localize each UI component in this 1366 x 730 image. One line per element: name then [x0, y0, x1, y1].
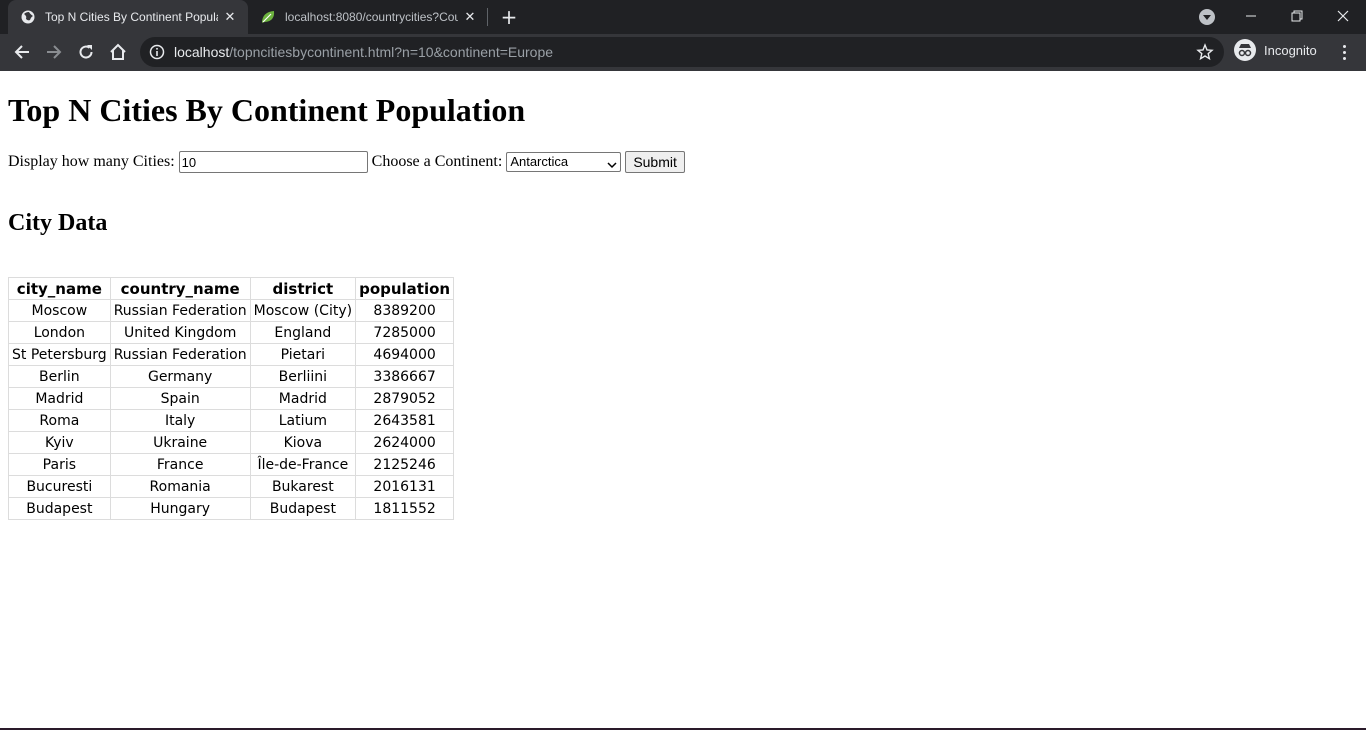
- table-cell-district: Île-de-France: [249, 453, 357, 476]
- new-tab-icon[interactable]: +: [498, 6, 520, 28]
- table-row: Kyiv Ukraine Kiova 2624000: [8, 431, 455, 454]
- table-cell-district: Bukarest: [249, 475, 357, 498]
- continent-selected-value: Antarctica: [510, 154, 569, 169]
- column-header: population: [355, 277, 455, 300]
- tab-inactive[interactable]: localhost:8080/countrycities?Cou ✕: [248, 0, 486, 34]
- table-row: Roma Italy Latium 2643581: [8, 409, 455, 432]
- table-header-row: city_name country_name district populati…: [8, 277, 455, 300]
- table-cell-population: 2125246: [355, 453, 455, 476]
- tab-title: localhost:8080/countrycities?Cou: [285, 10, 458, 24]
- table-cell-district: Moscow (City): [249, 299, 357, 322]
- table-cell-country-name: Spain: [109, 387, 251, 410]
- table-cell-city-name: Bucuresti: [8, 475, 111, 498]
- table-cell-city-name: Roma: [8, 409, 111, 432]
- spring-leaf-icon: [260, 9, 276, 25]
- incognito-profile[interactable]: Incognito: [1234, 39, 1317, 61]
- city-data-table: city_name country_name district populati…: [8, 277, 455, 520]
- table-row: Paris France Île-de-France 2125246: [8, 453, 455, 476]
- url-path: /topncitiesbycontinent.html?n=10&contine…: [229, 44, 554, 60]
- forward-arrow-icon[interactable]: [40, 38, 68, 66]
- table-row: Bucuresti Romania Bukarest 2016131: [8, 475, 455, 498]
- table-row: Madrid Spain Madrid 2879052: [8, 387, 455, 410]
- column-header: city_name: [8, 277, 111, 300]
- tab-active[interactable]: Top N Cities By Continent Popula ✕: [8, 0, 248, 34]
- table-cell-country-name: Hungary: [109, 497, 251, 520]
- page-title: Top N Cities By Continent Population: [8, 92, 526, 128]
- site-info-icon[interactable]: [149, 44, 165, 60]
- table-cell-district: Pietari: [249, 343, 357, 366]
- table-cell-city-name: Kyiv: [8, 431, 111, 454]
- count-label: Display how many Cities:: [8, 153, 175, 170]
- table-cell-city-name: Berlin: [8, 365, 111, 388]
- reload-icon[interactable]: [72, 38, 100, 66]
- more-menu-icon[interactable]: [1334, 40, 1354, 64]
- tab-search-icon[interactable]: [1199, 9, 1215, 25]
- table-row: Budapest Hungary Budapest 1811552: [8, 497, 455, 520]
- table-cell-city-name: Madrid: [8, 387, 111, 410]
- home-icon[interactable]: [104, 38, 132, 66]
- table-cell-city-name: Paris: [8, 453, 111, 476]
- count-input[interactable]: [178, 151, 368, 173]
- query-form: Display how many Cities: Choose a Contin…: [8, 151, 685, 173]
- close-icon[interactable]: ✕: [462, 9, 478, 25]
- tab-strip: Top N Cities By Continent Popula ✕ local…: [0, 0, 1366, 34]
- page-content: Top N Cities By Continent Population Dis…: [0, 71, 1366, 728]
- table-row: St Petersburg Russian Federation Pietari 46…: [8, 343, 455, 366]
- table-cell-district: England: [249, 321, 357, 344]
- continent-label: Choose a Continent:: [371, 153, 503, 170]
- table-cell-city-name: Moscow: [8, 299, 111, 322]
- table-cell-population: 3386667: [355, 365, 455, 388]
- column-header: district: [249, 277, 357, 300]
- table-cell-population: 4694000: [355, 343, 455, 366]
- bookmark-star-icon[interactable]: [1196, 43, 1214, 61]
- globe-icon: [20, 9, 36, 25]
- table-cell-country-name: United Kingdom: [109, 321, 251, 344]
- table-cell-district: Latium: [249, 409, 357, 432]
- url-text[interactable]: localhost/topncitiesbycontinent.html?n=1…: [174, 44, 553, 60]
- table-cell-country-name: France: [109, 453, 251, 476]
- table-cell-population: 2016131: [355, 475, 455, 498]
- profile-label: Incognito: [1264, 42, 1317, 58]
- table-cell-city-name: St Petersburg: [8, 343, 111, 366]
- back-arrow-icon[interactable]: [8, 38, 36, 66]
- table-cell-district: Budapest: [249, 497, 357, 520]
- incognito-icon: [1234, 39, 1256, 61]
- submit-button[interactable]: Submit: [625, 151, 685, 173]
- table-cell-population: 2643581: [355, 409, 455, 432]
- tab-separator: [487, 8, 488, 26]
- table-cell-country-name: Russian Federation: [109, 343, 251, 366]
- table-cell-district: Kiova: [249, 431, 357, 454]
- table-cell-district: Berliini: [249, 365, 357, 388]
- table-cell-country-name: Italy: [109, 409, 251, 432]
- minimize-icon[interactable]: [1228, 0, 1274, 32]
- table-cell-country-name: Romania: [109, 475, 251, 498]
- continent-select[interactable]: Antarctica: [506, 152, 622, 172]
- window-close-icon[interactable]: [1320, 0, 1366, 32]
- close-icon[interactable]: ✕: [222, 9, 238, 25]
- table-cell-population: 7285000: [355, 321, 455, 344]
- chevron-down-icon: [607, 157, 617, 169]
- table-cell-population: 1811552: [355, 497, 455, 520]
- table-cell-district: Madrid: [249, 387, 357, 410]
- url-host: localhost: [174, 44, 230, 60]
- section-title: City Data: [8, 210, 108, 236]
- table-row: Moscow Russian Federation Moscow (City) 838…: [8, 299, 455, 322]
- browser-toolbar: localhost/topncitiesbycontinent.html?n=1…: [0, 34, 1366, 71]
- table-cell-country-name: Russian Federation: [109, 299, 251, 322]
- table-cell-country-name: Germany: [109, 365, 251, 388]
- table-cell-city-name: Budapest: [8, 497, 111, 520]
- table-cell-population: 2624000: [355, 431, 455, 454]
- table-row: London United Kingdom England 7285000: [8, 321, 455, 344]
- column-header: country_name: [109, 277, 251, 300]
- table-row: Berlin Germany Berliini 3386667: [8, 365, 455, 388]
- address-bar[interactable]: localhost/topncitiesbycontinent.html?n=1…: [140, 37, 1224, 67]
- restore-icon[interactable]: [1274, 0, 1320, 32]
- table-cell-country-name: Ukraine: [109, 431, 251, 454]
- table-cell-population: 2879052: [355, 387, 455, 410]
- tab-title: Top N Cities By Continent Popula: [45, 10, 218, 24]
- table-cell-city-name: London: [8, 321, 111, 344]
- table-cell-population: 8389200: [355, 299, 455, 322]
